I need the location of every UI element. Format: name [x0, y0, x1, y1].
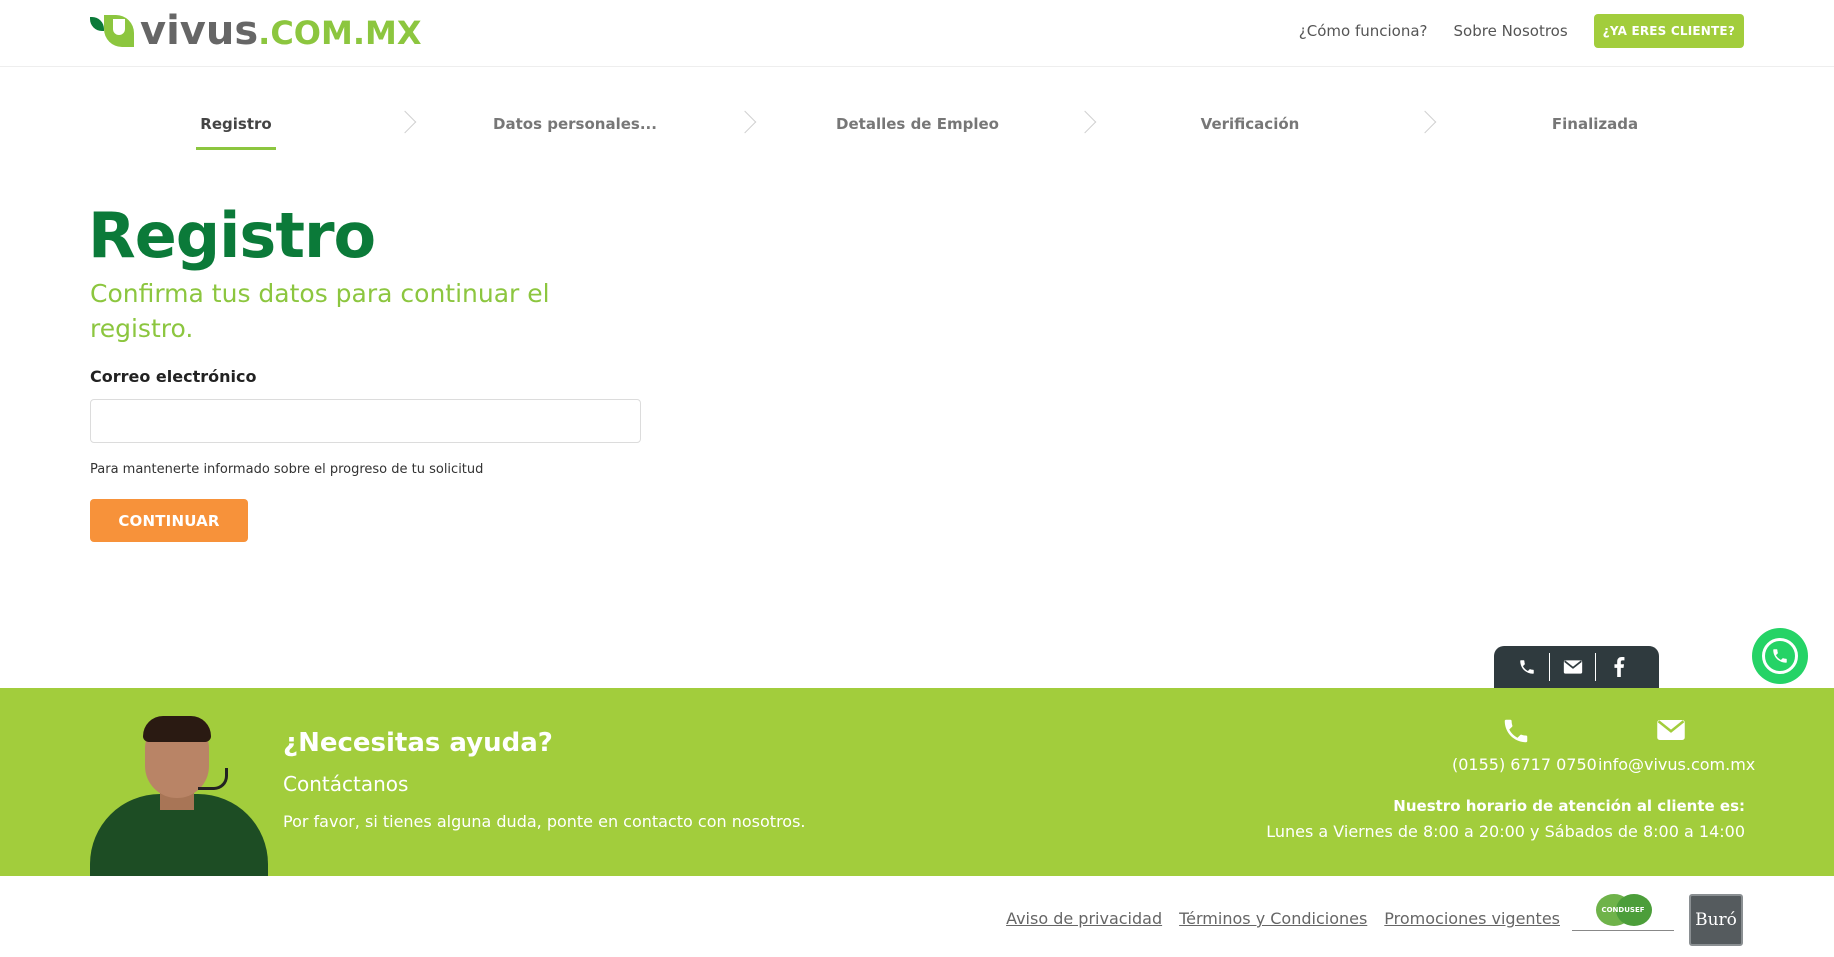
email-field[interactable] [90, 399, 641, 443]
facebook-icon[interactable] [1596, 653, 1642, 681]
step-registro: Registro [200, 115, 272, 133]
promotions-link[interactable]: Promociones vigentes [1384, 909, 1560, 928]
privacy-link[interactable]: Aviso de privacidad [1006, 909, 1162, 928]
email-hint: Para mantenerte informado sobre el progr… [90, 462, 484, 477]
buro-logo[interactable]: Buró [1689, 894, 1743, 946]
step-datos-personales: Datos personales... [493, 115, 657, 133]
floating-contact-tab [1494, 646, 1659, 688]
whatsapp-icon [1762, 638, 1798, 674]
condusef-label: CONDUSEF [1601, 906, 1645, 914]
hours-title: Nuestro horario de atención al cliente e… [1393, 797, 1745, 815]
help-text: Por favor, si tienes alguna duda, ponte … [283, 812, 806, 831]
page-title: Registro [88, 199, 376, 272]
chevron-right-icon [1417, 110, 1433, 136]
hours-text: Lunes a Viernes de 8:00 a 20:00 y Sábado… [1266, 822, 1745, 841]
step-detalles-empleo: Detalles de Empleo [836, 115, 999, 133]
terms-link[interactable]: Términos y Condiciones [1179, 909, 1367, 928]
mail-icon[interactable] [1550, 653, 1596, 681]
top-nav: ¿Cómo funciona? Sobre Nosotros ¿YA ERES … [1299, 14, 1744, 48]
registration-steps: Registro Datos personales... Detalles de… [90, 96, 1745, 152]
site-header: vivus.COM.MX ¿Cómo funciona? Sobre Nosot… [0, 0, 1834, 67]
existing-client-button[interactable]: ¿YA ERES CLIENTE? [1593, 14, 1744, 48]
support-agent-image [90, 708, 268, 876]
nav-about[interactable]: Sobre Nosotros [1454, 22, 1568, 40]
help-title: ¿Necesitas ayuda? [283, 728, 553, 758]
nav-how-it-works[interactable]: ¿Cómo funciona? [1299, 22, 1428, 40]
vivus-logo[interactable]: vivus.COM.MX [88, 8, 422, 54]
email-label: Correo electrónico [90, 367, 257, 386]
chevron-right-icon [737, 110, 753, 136]
site-footer: Aviso de privacidad Términos y Condicion… [0, 876, 1834, 957]
support-email[interactable]: info@vivus.com.mx [1598, 755, 1755, 774]
chevron-right-icon [397, 110, 413, 136]
support-phone[interactable]: (0155) 6717 0750 [1452, 755, 1597, 774]
phone-icon [1500, 716, 1532, 748]
help-section: ¿Necesitas ayuda? Contáctanos Por favor,… [0, 688, 1834, 876]
page-subtitle: Confirma tus datos para continuar el reg… [90, 279, 550, 343]
continue-button[interactable]: CONTINUAR [90, 499, 248, 542]
phone-icon[interactable] [1504, 653, 1550, 681]
step-verificacion: Verificación [1200, 115, 1300, 133]
footer-links: Aviso de privacidad Términos y Condicion… [1006, 909, 1560, 928]
step-finalizada: Finalizada [1551, 115, 1639, 133]
leaf-logo-icon [88, 13, 138, 51]
chevron-right-icon [1077, 110, 1093, 136]
condusef-logo[interactable]: CONDUSEF [1572, 894, 1674, 944]
help-subtitle: Contáctanos [283, 772, 409, 796]
whatsapp-button[interactable] [1752, 628, 1808, 684]
mail-icon [1655, 716, 1687, 748]
active-step-indicator [196, 147, 276, 150]
logo-wordmark: vivus.COM.MX [140, 8, 422, 54]
